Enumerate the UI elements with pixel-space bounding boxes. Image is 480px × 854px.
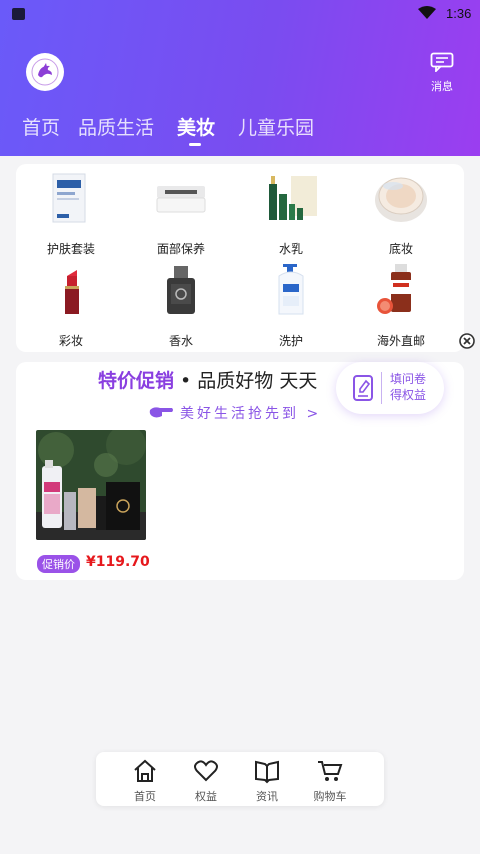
- category-lotion[interactable]: 水乳: [241, 168, 341, 257]
- category-label: 底妆: [388, 242, 413, 256]
- home-icon: [134, 759, 156, 782]
- survey-form-icon: [353, 375, 373, 401]
- category-label: 香水: [168, 334, 193, 348]
- face-cream-image: [156, 186, 206, 213]
- tab-home[interactable]: 首页: [22, 113, 60, 140]
- category-body-care[interactable]: 洗护: [241, 260, 341, 349]
- header: 1:36 消息 首页 品质生活 美妆 儿童乐园: [0, 0, 480, 156]
- category-overseas[interactable]: 海外直邮: [351, 260, 451, 349]
- survey-text: 填问卷 得权益: [390, 371, 440, 403]
- nav-label: 权益: [195, 790, 217, 803]
- survey-text-line2: 得权益: [390, 388, 427, 402]
- dolphin-logo-icon: [31, 58, 59, 86]
- category-label: 洗护: [278, 334, 303, 348]
- notification-icon: [12, 8, 25, 20]
- lotion-image: [269, 176, 317, 220]
- nav-benefits[interactable]: 权益: [177, 758, 235, 804]
- promo-subtitle[interactable]: 美好生活抢先到 >: [180, 403, 321, 423]
- lipstick-image: [65, 270, 79, 314]
- status-time: 1:36: [446, 6, 472, 21]
- survey-text-line1: 填问卷: [390, 372, 427, 386]
- nav-label: 资讯: [256, 790, 278, 803]
- heart-icon: [194, 760, 218, 782]
- survey-divider: [381, 372, 382, 404]
- category-perfume[interactable]: 香水: [131, 260, 231, 349]
- app-logo[interactable]: [26, 53, 64, 91]
- category-makeup[interactable]: 彩妆: [21, 260, 121, 349]
- tab-quality-life[interactable]: 品质生活: [78, 113, 154, 140]
- category-skincare-set[interactable]: 护肤套装: [21, 168, 121, 257]
- promo-title: 特价促销 • 品质好物 天天: [98, 366, 317, 393]
- category-face-care[interactable]: 面部保养: [131, 168, 231, 257]
- perfume-image: [167, 266, 195, 314]
- product-image[interactable]: [36, 430, 146, 540]
- nav-label: 首页: [134, 790, 156, 803]
- category-foundation[interactable]: 底妆: [351, 168, 451, 257]
- overseas-bottle-image: [377, 264, 411, 314]
- book-icon: [255, 760, 279, 784]
- skincare-set-image: [52, 173, 86, 223]
- promo-title-rest: • 品质好物 天天: [174, 370, 318, 392]
- nav-news[interactable]: 资讯: [238, 758, 296, 804]
- close-icon[interactable]: [459, 333, 475, 349]
- cushion-foundation-image: [375, 177, 427, 222]
- product-price: ¥119.70: [86, 554, 150, 570]
- bottom-navigation: 首页 权益 资讯 购物车: [96, 752, 384, 806]
- category-label: 海外直邮: [376, 334, 425, 348]
- nav-cart[interactable]: 购物车: [301, 758, 359, 804]
- pointing-hand-icon: [149, 407, 173, 418]
- messages-label: 消息: [431, 80, 453, 93]
- cart-icon: [318, 761, 343, 781]
- wifi-icon: [418, 6, 436, 19]
- message-icon: [430, 52, 454, 72]
- tab-kids-park[interactable]: 儿童乐园: [238, 113, 314, 140]
- promo-price-badge: 促销价: [37, 555, 80, 573]
- tab-beauty[interactable]: 美妆: [177, 113, 215, 140]
- active-tab-indicator: [189, 143, 201, 146]
- category-tabs: 首页 品质生活 美妆 儿童乐园: [0, 113, 480, 147]
- category-label: 护肤套装: [46, 242, 95, 256]
- messages-button[interactable]: 消息: [424, 52, 460, 94]
- body-wash-image: [278, 264, 304, 315]
- status-bar: 1:36: [0, 0, 480, 28]
- nav-home[interactable]: 首页: [116, 758, 174, 804]
- promo-title-highlight: 特价促销: [98, 370, 175, 392]
- category-label: 水乳: [278, 242, 303, 256]
- survey-button[interactable]: 填问卷 得权益: [336, 362, 444, 414]
- nav-label: 购物车: [313, 790, 347, 803]
- category-label: 面部保养: [156, 242, 205, 256]
- category-label: 彩妆: [58, 334, 83, 348]
- category-grid: 护肤套装 面部保养 水乳 底妆 彩妆 香水 洗护 海外直邮: [16, 164, 464, 352]
